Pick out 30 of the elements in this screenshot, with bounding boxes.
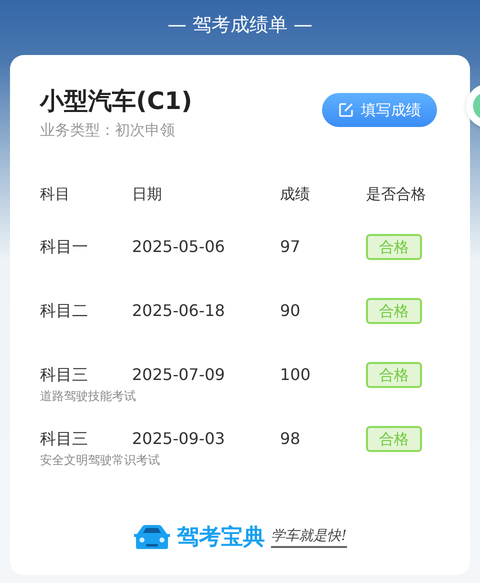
- status-badge: 合格: [366, 362, 422, 388]
- date-cell-text: 2025-09-03: [132, 428, 226, 450]
- column-header: 成绩: [280, 184, 311, 204]
- exam-note: 安全文明驾驶常识考试: [40, 452, 161, 469]
- subject-cell-text: 科目三: [40, 364, 89, 386]
- page-title: — 驾考成绩单 —: [166, 13, 314, 38]
- status-badge: 合格: [366, 426, 422, 452]
- score-cell-text: 97: [280, 236, 302, 258]
- subject-cell-text: 科目二: [40, 300, 89, 322]
- vehicle-title: 小型汽车(C1): [40, 86, 192, 117]
- car-logo-icon: [133, 524, 172, 550]
- status-badge: 合格: [366, 298, 422, 324]
- subject-cell-text: 科目三: [40, 428, 89, 450]
- brand-slogan: 学车就是快!: [271, 526, 347, 548]
- column-header: 科目: [40, 184, 71, 204]
- brand-name: 驾考宝典: [177, 524, 266, 552]
- edit-icon: [338, 102, 354, 118]
- date-cell-text: 2025-06-18: [132, 300, 226, 322]
- subject-cell-text: 科目一: [40, 236, 89, 258]
- column-header: 日期: [132, 184, 163, 204]
- fill-score-button[interactable]: 填写成绩: [322, 93, 437, 127]
- score-cell-text: 100: [280, 364, 312, 386]
- column-header: 是否合格: [366, 184, 427, 204]
- date-cell-text: 2025-07-09: [132, 364, 226, 386]
- status-badge: 合格: [366, 234, 422, 260]
- score-cell-text: 98: [280, 428, 302, 450]
- business-type: 业务类型：初次申领: [40, 121, 176, 140]
- exam-note: 道路驾驶技能考试: [40, 388, 137, 405]
- score-cell-text: 90: [280, 300, 302, 322]
- date-cell-text: 2025-05-06: [132, 236, 226, 258]
